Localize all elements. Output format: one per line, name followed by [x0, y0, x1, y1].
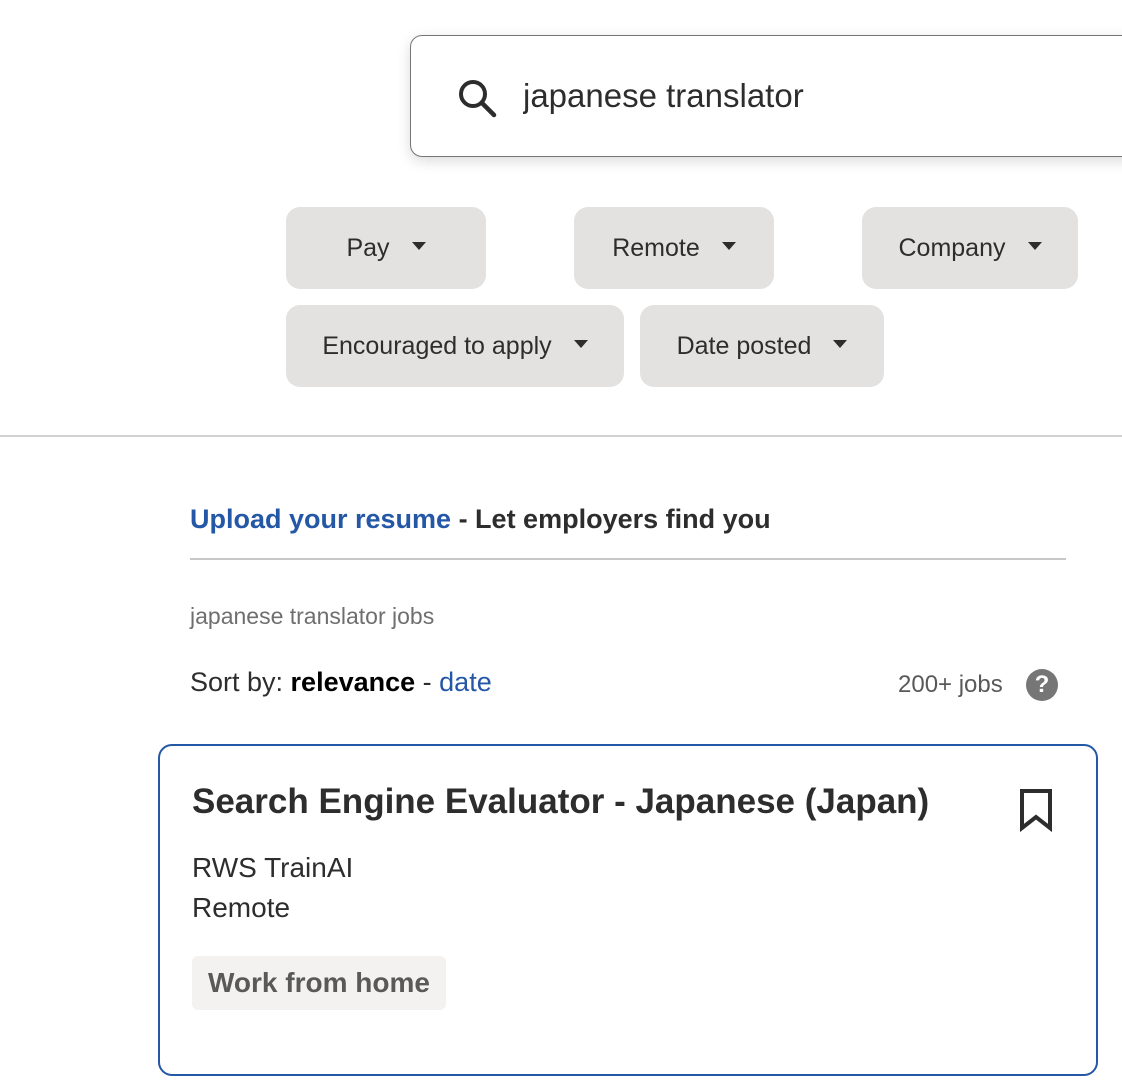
date-posted-filter-label: Date posted — [676, 331, 812, 360]
help-symbol: ? — [1034, 671, 1050, 698]
search-icon — [459, 80, 497, 118]
company-filter-button[interactable]: Company — [862, 207, 1078, 289]
caret-down-icon — [721, 242, 736, 250]
bookmark-icon[interactable] — [1018, 788, 1054, 832]
upload-resume-link[interactable]: Upload your resume — [190, 504, 451, 534]
resume-banner-text: - Let employers find you — [451, 504, 771, 534]
pay-filter-label: Pay — [346, 233, 390, 262]
caret-down-icon — [833, 340, 848, 348]
resume-banner: Upload your resume - Let employers find … — [190, 504, 771, 535]
remote-filter-button[interactable]: Remote — [574, 207, 774, 289]
remote-filter-label: Remote — [612, 233, 700, 262]
pay-filter-button[interactable]: Pay — [286, 207, 486, 289]
job-card[interactable]: Search Engine Evaluator - Japanese (Japa… — [158, 744, 1098, 1076]
results-heading: japanese translator jobs — [190, 603, 435, 629]
section-divider — [0, 435, 1122, 437]
caret-down-icon — [573, 340, 588, 348]
date-posted-filter-button[interactable]: Date posted — [640, 305, 884, 387]
caret-down-icon — [411, 242, 426, 250]
sort-relevance: relevance — [290, 667, 416, 697]
search-input[interactable] — [523, 66, 1083, 126]
job-location: Remote — [192, 892, 291, 923]
sort-label: Sort by: — [190, 667, 291, 697]
work-from-home-tag: Work from home — [192, 956, 446, 1010]
help-icon[interactable]: ? — [1026, 669, 1058, 701]
job-title[interactable]: Search Engine Evaluator - Japanese (Japa… — [192, 782, 929, 822]
caret-down-icon — [1027, 242, 1042, 250]
resume-divider — [190, 558, 1066, 560]
encouraged-filter-label: Encouraged to apply — [322, 331, 552, 360]
company-name: RWS TrainAI — [192, 852, 354, 883]
sort-date-link[interactable]: date — [439, 667, 492, 697]
sort-separator: - — [415, 667, 440, 697]
job-count: 200+ jobs — [898, 671, 1003, 698]
search-box[interactable] — [410, 35, 1122, 157]
page: Pay Remote Company Encouraged to apply D… — [0, 0, 1122, 1092]
company-filter-label: Company — [898, 233, 1006, 262]
sort-by: Sort by: relevance - date — [190, 667, 492, 698]
encouraged-to-apply-filter-button[interactable]: Encouraged to apply — [286, 305, 624, 387]
